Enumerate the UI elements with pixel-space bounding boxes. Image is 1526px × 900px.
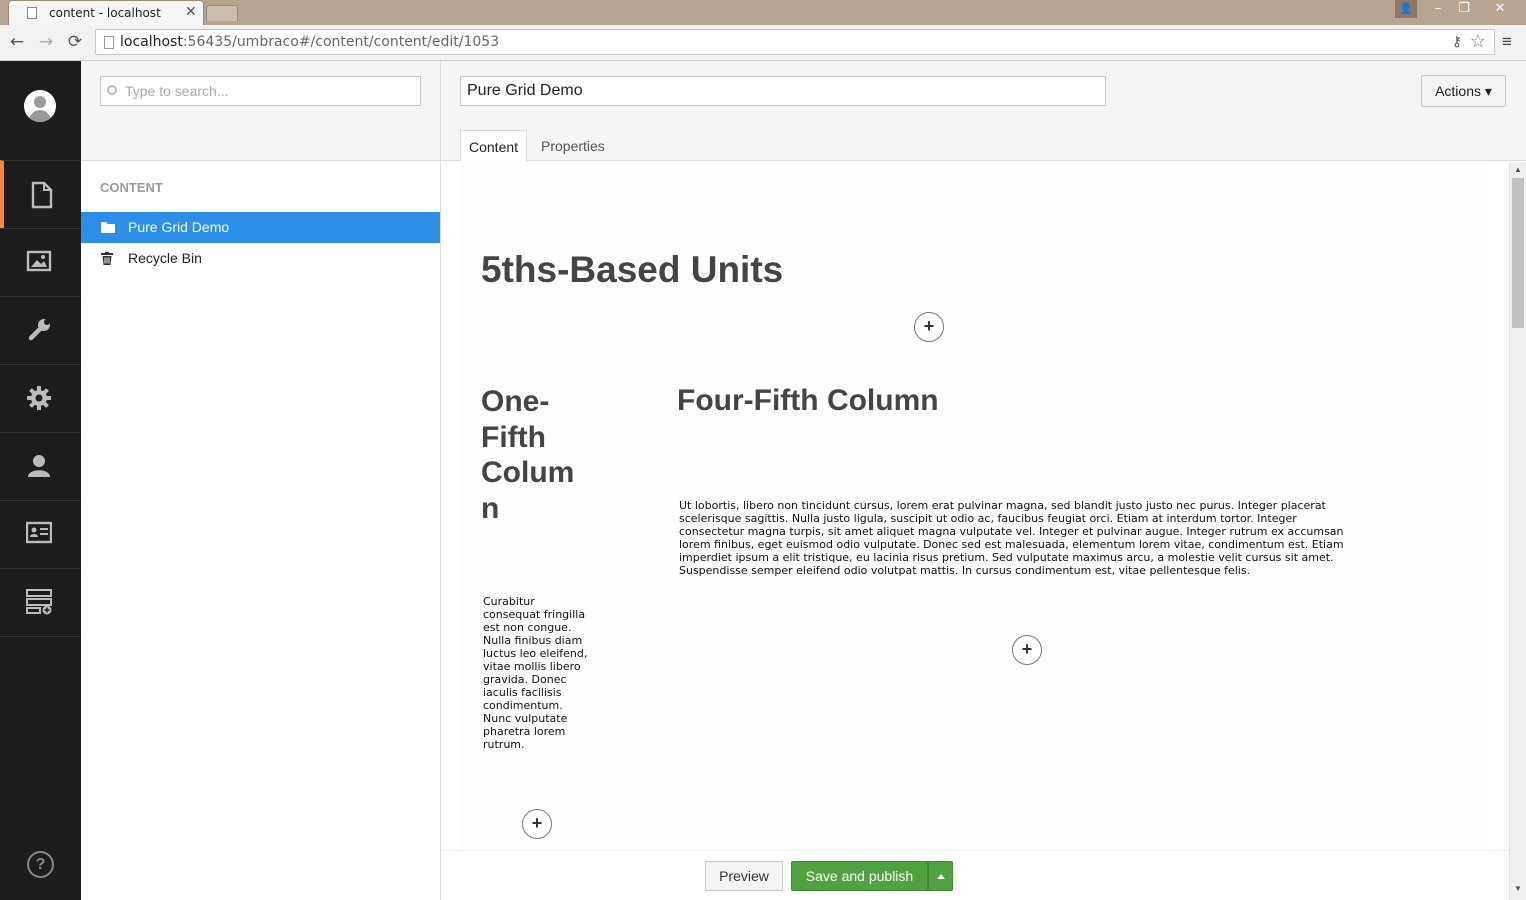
browser-titlebar: content - localhost ✕ 👤 – ❐ ✕ (0, 0, 1526, 25)
section-members[interactable] (0, 500, 81, 568)
user-avatar[interactable] (24, 90, 56, 122)
publish-options-caret-icon[interactable] (928, 861, 953, 891)
col1-title-line: Fifth (481, 420, 546, 454)
section-content[interactable] (0, 160, 81, 228)
section-forms[interactable] (0, 568, 81, 636)
text-line: lorem finibus, eget euismod odio vulputa… (679, 538, 1344, 551)
text-line: gravida. Donec (483, 673, 567, 686)
forms-icon (26, 589, 52, 615)
text-line: pharetra lorem (483, 725, 566, 738)
section-media[interactable] (0, 228, 81, 296)
gear-icon (27, 386, 51, 410)
search-input[interactable] (100, 76, 421, 106)
col1-title[interactable]: One- Fifth Colum n (481, 384, 574, 526)
restore-button[interactable]: ❐ (1452, 0, 1476, 18)
tree-search-area (81, 61, 440, 161)
tab-title: content - localhost (49, 6, 161, 20)
editor-scrollbar[interactable]: ▲ ▼ (1509, 162, 1526, 900)
col1-title-line: One- (481, 385, 550, 418)
document-icon (31, 181, 53, 209)
text-line: Ut lobortis, libero non tincidunt cursus… (679, 499, 1326, 512)
text-line: rutrum. (483, 738, 525, 751)
text-line: iaculis facilisis (483, 686, 562, 699)
text-line: scelerisque sagittis. Nulla justo ligula… (679, 512, 1297, 525)
text-line: Nulla finibus diam (483, 634, 583, 647)
section-settings[interactable] (0, 296, 81, 364)
content-tree-panel: CONTENT Pure Grid Demo Recycle Bin (81, 61, 441, 900)
tree-heading[interactable]: CONTENT (100, 180, 163, 195)
section-nav: ? (0, 61, 81, 900)
tab-properties[interactable]: Properties (533, 130, 613, 162)
address-bar[interactable]: localhost:56435/umbraco#/content/content… (95, 29, 1495, 55)
minimize-button[interactable]: – (1426, 0, 1450, 18)
tree-item-label: Recycle Bin (128, 250, 202, 266)
scrollbar-thumb[interactable] (1512, 178, 1524, 328)
text-line: Suspendisse semper eleifend odio volutpa… (679, 564, 1251, 577)
browser-user-icon[interactable]: 👤 (1395, 0, 1417, 18)
col2-title[interactable]: Four-Fifth Column (677, 384, 939, 418)
forward-button[interactable]: → (35, 31, 57, 53)
col1-title-line: Colum (481, 456, 575, 489)
preview-button[interactable]: Preview (705, 861, 783, 891)
editor-header: Actions ▾ Content Properties (441, 61, 1526, 162)
section-developer[interactable] (0, 364, 81, 432)
search-icon (107, 85, 117, 95)
back-button[interactable]: ← (6, 31, 28, 53)
node-name-input[interactable] (460, 76, 1106, 106)
text-line: imperdiet ipsum a elit tristique, eu lac… (679, 551, 1334, 564)
user-icon (28, 455, 50, 477)
url-path: :56435/umbraco#/content/content/edit/105… (182, 34, 500, 50)
bookmark-star-icon[interactable]: ☆ (1470, 31, 1486, 52)
text-line: consectetur magna turpis, sit amet aliqu… (679, 525, 1344, 538)
add-content-col2-button[interactable]: + (1012, 635, 1042, 665)
text-line: Nunc vulputate (483, 712, 568, 725)
browser-toolbar: ← → ⟳ localhost:56435/umbraco#/content/c… (0, 25, 1526, 61)
page-icon (27, 7, 37, 19)
tree-item-label: Pure Grid Demo (128, 219, 230, 235)
browser-menu-icon[interactable]: ≡ (1502, 32, 1512, 52)
url-host: localhost (120, 34, 183, 50)
page-icon (104, 36, 114, 49)
close-window-button[interactable]: ✕ (1488, 0, 1512, 18)
text-line: est non congue. (483, 621, 572, 634)
add-content-col1-button[interactable]: + (522, 809, 552, 839)
text-line: Curabitur (483, 595, 535, 608)
id-card-icon (26, 521, 52, 544)
image-icon (26, 250, 52, 272)
grid-editor-canvas: 5ths-Based Units + One- Fifth Colum n Cu… (441, 162, 1509, 850)
folder-icon (101, 222, 115, 233)
section-divider (0, 636, 81, 637)
section-title[interactable]: 5ths-Based Units (481, 249, 783, 291)
tree-item-recycle-bin[interactable]: Recycle Bin (81, 243, 440, 274)
help-icon[interactable]: ? (27, 851, 54, 878)
col1-title-line: n (481, 491, 500, 525)
actions-button[interactable]: Actions ▾ (1421, 75, 1506, 107)
section-users[interactable] (0, 432, 81, 500)
browser-tab[interactable]: content - localhost ✕ (8, 0, 204, 25)
save-and-publish-button[interactable]: Save and publish (791, 861, 928, 891)
scroll-up-icon[interactable]: ▲ (1514, 165, 1522, 174)
new-tab-button[interactable] (206, 5, 238, 21)
editor-footer: Preview Save and publish (441, 850, 1509, 900)
tree-item-pure-grid-demo[interactable]: Pure Grid Demo (81, 212, 440, 243)
tab-close-icon[interactable]: ✕ (185, 4, 197, 20)
text-line: consequat fringilla (483, 608, 586, 621)
text-line: vitae mollis libero (483, 660, 581, 673)
trash-icon (101, 252, 113, 265)
scroll-down-icon[interactable]: ▼ (1514, 884, 1522, 893)
col2-text[interactable]: Ut lobortis, libero non tincidunt cursus… (679, 499, 1344, 577)
reload-button[interactable]: ⟳ (64, 31, 86, 53)
tab-content[interactable]: Content (460, 130, 528, 162)
text-line: luctus leo eleifend, (483, 647, 588, 660)
wrench-icon (28, 319, 50, 341)
text-line: condimentum. (483, 699, 563, 712)
add-row-button[interactable]: + (914, 312, 944, 342)
col1-text[interactable]: Curabitur consequat fringilla est non co… (483, 595, 587, 751)
url-text[interactable]: localhost:56435/umbraco#/content/content… (120, 34, 499, 50)
key-icon[interactable]: ⚷ (1452, 33, 1462, 50)
